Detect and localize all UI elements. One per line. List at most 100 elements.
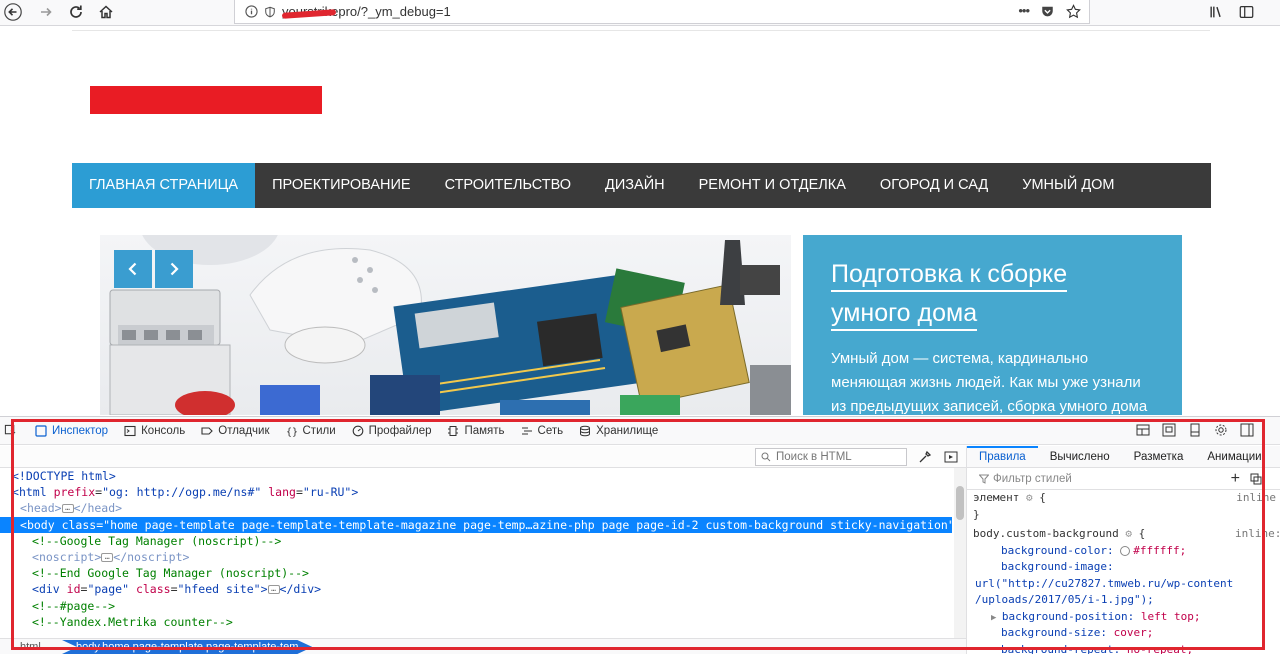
tab-fonts[interactable]: Ш — [1274, 446, 1280, 467]
settings-gear-icon[interactable] — [1214, 423, 1228, 437]
chevron-right-icon — [170, 262, 179, 276]
filter-icon — [979, 474, 989, 484]
tab-memory[interactable]: Память — [439, 417, 512, 445]
tree-node-comment[interactable]: <!--Google Tag Manager (noscript)--> — [0, 533, 952, 549]
sidebar-panel-icon[interactable] — [1240, 423, 1254, 437]
tab-style-editor[interactable]: {} Стили — [278, 417, 344, 445]
tab-inspector[interactable]: Инспектор — [27, 417, 116, 445]
devtools-toolbox-controls — [1136, 423, 1254, 437]
screenshot-node-icon[interactable] — [944, 450, 958, 464]
css-property[interactable]: background-color: #ffffff; — [973, 543, 1280, 560]
markup-scrollbar[interactable] — [954, 468, 966, 638]
pocket-icon[interactable] — [1040, 5, 1055, 19]
eyedropper-icon[interactable] — [918, 450, 932, 464]
tree-node-doctype[interactable]: <!DOCTYPE html> — [0, 468, 952, 484]
nav-item-design[interactable]: ДИЗАЙН — [588, 163, 682, 208]
back-button[interactable] — [0, 0, 26, 24]
css-property[interactable]: background-repeat: no-repeat; — [973, 642, 1280, 654]
tree-node-html[interactable]: <html prefix="og: http://ogp.me/ns#" lan… — [0, 484, 952, 500]
featured-post-excerpt: Умный дом — система, кардинально меняюща… — [831, 350, 1148, 415]
scrollbar-thumb[interactable] — [956, 486, 964, 520]
css-rules-list: элемент ⚙ {inline } body.custom-backgrou… — [967, 490, 1280, 654]
tab-computed[interactable]: Вычислено — [1038, 446, 1122, 467]
forward-arrow-icon — [41, 7, 52, 17]
console-icon — [124, 425, 136, 436]
tree-node-comment[interactable]: <!--End Google Tag Manager (noscript)--> — [0, 565, 952, 581]
style-editor-icon: {} — [286, 427, 298, 437]
site-logo-redacted[interactable] — [90, 86, 322, 114]
tree-node-div-page[interactable]: <div id="page" class="hfeed site">… </div… — [0, 581, 952, 597]
slider-next-button[interactable] — [155, 250, 193, 288]
html-search-input[interactable]: Поиск в HTML — [755, 448, 907, 466]
home-button[interactable] — [93, 0, 119, 24]
element-picker-icon[interactable] — [4, 424, 17, 437]
slider-image[interactable] — [100, 235, 791, 415]
tab-console[interactable]: Консоль — [116, 417, 193, 445]
svg-text:{}: {} — [286, 427, 298, 437]
css-property-value[interactable]: /uploads/2017/05/i-1.jpg"); — [973, 592, 1280, 609]
url-text: yourstrikepro/?_ym_debug=1 — [281, 4, 451, 19]
main-navigation: ГЛАВНАЯ СТРАНИЦА ПРОЕКТИРОВАНИЕ СТРОИТЕЛ… — [72, 163, 1211, 208]
tree-node-noscript[interactable]: <noscript>… </noscript> — [0, 549, 952, 565]
nav-item-renovation[interactable]: РЕМОНТ И ОТДЕЛКА — [682, 163, 863, 208]
inspector-panel: Поиск в HTML <!DOCTYPE html> <html prefi… — [0, 446, 966, 654]
style-filter-input[interactable]: Фильтр стилей + — [967, 468, 1280, 490]
url-bar[interactable]: yourstrikepro/?_ym_debug=1 ••• — [234, 0, 1090, 24]
tab-profiler[interactable]: Профайлер — [344, 417, 440, 445]
tree-node-body-selected[interactable]: <body class="home page-template page-tem… — [0, 516, 952, 533]
dock-icon[interactable] — [1188, 423, 1202, 437]
pseudo-class-icon[interactable] — [1250, 473, 1262, 485]
slider-prev-button[interactable] — [114, 250, 152, 288]
tracking-shield-icon — [265, 6, 275, 17]
profiler-icon — [352, 425, 363, 436]
storage-icon — [580, 425, 591, 436]
tab-network[interactable]: Сеть — [513, 417, 572, 445]
rule-close-brace: } — [973, 507, 980, 521]
devtools-tabbar: Инспектор Консоль Отладчик {} Стили Проф… — [0, 417, 1280, 445]
search-icon — [761, 452, 771, 462]
css-property[interactable]: background-image: — [973, 559, 1280, 576]
tab-debugger[interactable]: Отладчик — [193, 417, 277, 445]
markup-tree[interactable]: <!DOCTYPE html> <html prefix="og: http:/… — [0, 468, 952, 638]
electronics-photo — [109, 235, 791, 415]
nav-item-design-planning[interactable]: ПРОЕКТИРОВАНИЕ — [255, 163, 428, 208]
tab-animations[interactable]: Анимации — [1195, 446, 1273, 467]
tree-node-comment[interactable]: <!--#page--> — [0, 598, 952, 614]
library-icon[interactable] — [1208, 4, 1225, 20]
tab-layout[interactable]: Разметка — [1122, 446, 1196, 467]
css-property[interactable]: ▶ background-position: left top; — [973, 609, 1280, 626]
nav-item-construction[interactable]: СТРОИТЕЛЬСТВО — [428, 163, 588, 208]
responsive-mode-icon[interactable] — [1162, 423, 1176, 437]
nav-item-home[interactable]: ГЛАВНАЯ СТРАНИЦА — [72, 163, 256, 208]
css-property[interactable]: background-size: cover; — [973, 625, 1280, 642]
add-rule-button[interactable]: + — [1231, 468, 1240, 490]
node-breadcrumbs: html body.home.page-template.page-templa… — [0, 638, 966, 654]
network-icon — [521, 426, 532, 435]
tab-storage[interactable]: Хранилище — [571, 417, 666, 445]
nav-item-smart-home[interactable]: УМНЫЙ ДОМ — [1005, 163, 1131, 208]
featured-post[interactable]: Подготовка к сборке умного дома Умный до… — [803, 235, 1182, 415]
sidebar-toggle-icon[interactable] — [1238, 4, 1255, 20]
featured-post-title[interactable]: Подготовка к сборке умного дома — [831, 255, 1154, 333]
nav-item-garden[interactable]: ОГОРОД И САД — [863, 163, 1005, 208]
css-property-value[interactable]: url("http://cu27827.tmweb.ru/wp-content — [973, 576, 1280, 593]
tree-node-head[interactable]: <head>… </head> — [0, 500, 952, 516]
inspector-icon — [35, 424, 47, 437]
header-divider — [72, 30, 1210, 31]
debugger-icon — [201, 426, 214, 435]
chevron-left-icon — [128, 262, 137, 276]
inspector-toolbar: Поиск в HTML — [0, 446, 966, 468]
tab-rules[interactable]: Правила — [967, 446, 1038, 467]
sidebar-tabbar: Правила Вычислено Разметка Анимации Ш — [967, 446, 1280, 468]
breadcrumb-html[interactable]: html — [20, 641, 41, 653]
bookmark-star-icon[interactable] — [1066, 4, 1081, 19]
page-actions-button[interactable]: ••• — [1018, 3, 1030, 18]
breadcrumb-body[interactable]: body.home.page-template.page-template-te… — [62, 640, 313, 654]
rule-element-selector[interactable]: элемент ⚙ {inline — [973, 490, 1280, 507]
forward-button[interactable] — [33, 0, 59, 24]
color-swatch[interactable] — [1120, 545, 1131, 556]
rule-body-selector[interactable]: body.custom-background ⚙ {inline:2 — [973, 526, 1280, 543]
tree-node-comment[interactable]: <!--Yandex.Metrika counter--> — [0, 614, 952, 630]
frame-select-icon[interactable] — [1136, 423, 1150, 437]
reload-button[interactable] — [63, 0, 89, 24]
